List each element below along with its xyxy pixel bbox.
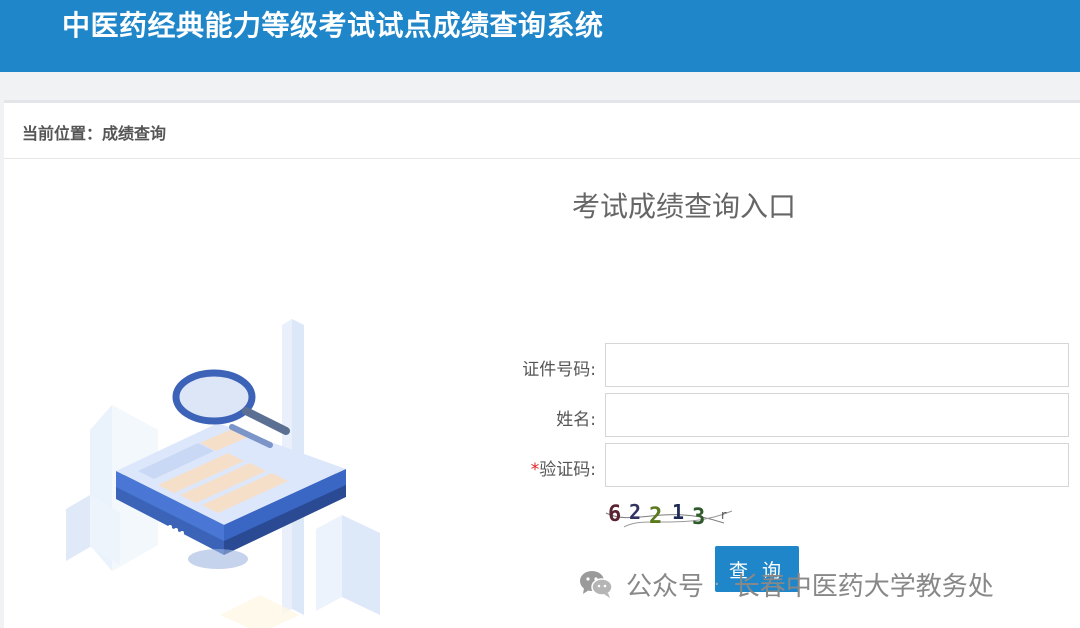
svg-text:3: 3 — [692, 505, 705, 530]
main-panel: 当前位置：成绩查询 考试成绩查询入口 证件号码: 姓名: *验证码: 6 2 2… — [4, 100, 1080, 628]
name-label: 姓名: — [556, 410, 596, 430]
wechat-watermark: 公众号 · 长春中医药大学教务处 — [578, 564, 994, 604]
watermark-separator: · — [714, 573, 720, 595]
breadcrumb: 当前位置：成绩查询 — [4, 103, 1080, 159]
form-title: 考试成绩查询入口 — [572, 190, 797, 223]
required-mark: * — [530, 460, 540, 480]
captcha-label-wrap: *验证码: — [436, 455, 596, 480]
site-title: 中医药经典能力等级考试试点成绩查询系统 — [62, 9, 604, 42]
captcha-image[interactable]: 6 2 2 1 3 r — [604, 497, 734, 531]
svg-text:1: 1 — [672, 500, 684, 524]
captcha-label: 验证码: — [539, 460, 596, 480]
svg-text:r: r — [720, 508, 727, 522]
svg-text:6: 6 — [608, 502, 621, 527]
header-bar: 中医药经典能力等级考试试点成绩查询系统 — [0, 0, 1080, 72]
captcha-input[interactable] — [605, 443, 1069, 487]
id-number-label: 证件号码: — [522, 360, 596, 380]
wechat-icon — [580, 571, 613, 598]
svg-text:2: 2 — [629, 500, 641, 524]
document-search-illustration — [66, 319, 380, 628]
svg-text:2: 2 — [649, 504, 662, 529]
name-input[interactable] — [605, 393, 1069, 437]
watermark-name: 长春中医药大学教务处 — [733, 571, 994, 602]
id-number-input[interactable] — [605, 343, 1069, 387]
watermark-prefix: 公众号 — [626, 571, 705, 602]
